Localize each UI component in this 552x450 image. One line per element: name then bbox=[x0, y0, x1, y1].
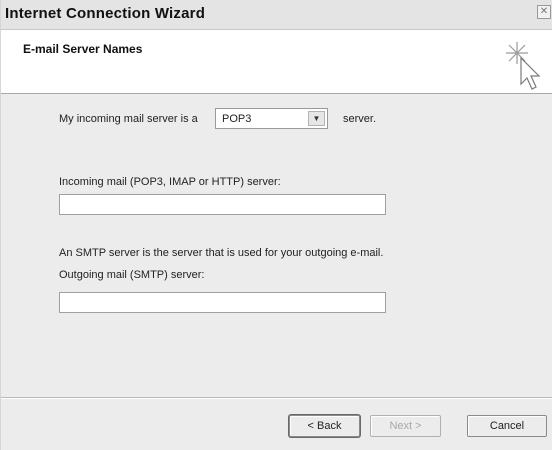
incoming-type-label: My incoming mail server is a bbox=[59, 113, 198, 125]
incoming-type-suffix: server. bbox=[343, 113, 377, 125]
outgoing-server-input[interactable] bbox=[59, 292, 386, 313]
chevron-down-icon[interactable]: ▼ bbox=[308, 111, 325, 126]
outgoing-server-label: Outgoing mail (SMTP) server: bbox=[59, 269, 205, 281]
close-icon: ✕ bbox=[539, 6, 549, 17]
footer-divider bbox=[1, 397, 552, 399]
cancel-button[interactable]: Cancel bbox=[467, 415, 547, 437]
title-bar[interactable]: Internet Connection Wizard ✕ bbox=[1, 0, 552, 30]
incoming-server-label: Incoming mail (POP3, IMAP or HTTP) serve… bbox=[59, 176, 281, 188]
wizard-header: E-mail Server Names bbox=[1, 30, 552, 94]
next-button[interactable]: Next > bbox=[370, 415, 441, 437]
smtp-note: An SMTP server is the server that is use… bbox=[59, 247, 384, 259]
close-button[interactable]: ✕ bbox=[537, 5, 551, 19]
incoming-server-input[interactable] bbox=[59, 194, 386, 215]
window-title: Internet Connection Wizard bbox=[5, 5, 206, 22]
incoming-server-type-select[interactable]: POP3 ▼ bbox=[215, 108, 328, 129]
wizard-sparkle-cursor-icon bbox=[506, 42, 541, 90]
incoming-server-type-value: POP3 bbox=[222, 113, 252, 125]
wizard-window: Internet Connection Wizard ✕ E-mail Serv… bbox=[0, 0, 552, 450]
back-button[interactable]: < Back bbox=[289, 415, 360, 437]
page-title: E-mail Server Names bbox=[23, 42, 143, 56]
